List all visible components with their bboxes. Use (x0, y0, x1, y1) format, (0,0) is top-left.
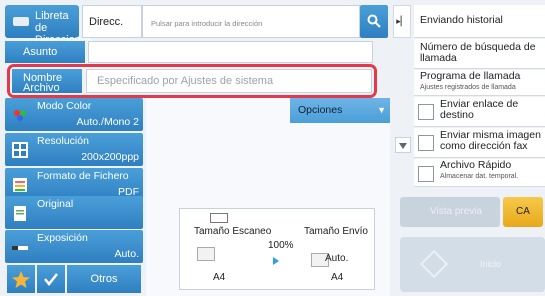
others-button[interactable]: Otros (67, 265, 141, 293)
check-button[interactable] (37, 265, 65, 293)
address-book-icon (13, 17, 29, 26)
send-destination-link-label: Enviar enlace de destino (440, 98, 519, 121)
call-program-button[interactable]: Programa de llamada Ajustes registrados … (414, 70, 545, 96)
exposure-title: Exposición (37, 232, 88, 244)
color-mode-title: Modo Color (37, 100, 92, 112)
check-icon (44, 273, 58, 287)
resolution-value: 200x200ppp (81, 151, 139, 163)
ca-button[interactable]: CA (503, 197, 543, 227)
resolution-title: Resolución (37, 135, 89, 147)
send-destination-link-checkbox[interactable] (418, 104, 434, 120)
arrow-right-icon (273, 257, 279, 265)
send-screen: Libreta de Direcciones Direcc. Pulsar pa… (0, 0, 545, 296)
quick-file-label: Archivo Rápido (440, 159, 512, 171)
file-name-field[interactable]: Especificado por Ajustes de sistema (86, 69, 372, 93)
file-format-title: Formato de Fichero (37, 170, 129, 182)
options-label: Opciones (298, 104, 343, 116)
subject-field[interactable] (88, 41, 373, 63)
scan-paper-icon (197, 247, 215, 261)
search-button[interactable] (360, 5, 388, 38)
star-icon (12, 271, 30, 288)
original-button[interactable]: Original (5, 196, 143, 229)
favorite-button[interactable] (7, 265, 35, 293)
quick-file-option[interactable]: Archivo Rápido Almacenar dat. temporal. (414, 159, 545, 187)
file-name-label[interactable]: Nombre Archivo (12, 69, 82, 93)
file-format-icon (11, 176, 29, 194)
search-number-button[interactable]: Número de búsqueda de llamada (414, 39, 545, 69)
exposure-value: Auto. (114, 248, 139, 260)
scan-size-label: Tamaño Escaneo (194, 226, 272, 237)
send-destination-link-option[interactable]: Enviar enlace de destino (414, 97, 545, 127)
scan-paper-size: A4 (213, 272, 226, 283)
send-paper-size: A4 (331, 272, 344, 283)
call-program-sublabel: Ajustes registrados de llamada (420, 84, 516, 91)
resolution-icon (11, 141, 29, 159)
address-input[interactable]: Pulsar para introducir la dirección (142, 5, 360, 38)
color-mode-value: Auto./Mono 2 (76, 116, 139, 128)
start-label: Inicio (480, 259, 502, 269)
search-icon (367, 14, 381, 28)
sending-history-button[interactable]: Enviando historial (414, 5, 545, 38)
start-button[interactable]: Inicio (400, 237, 545, 292)
start-icon (419, 249, 449, 279)
send-same-image-option[interactable]: Enviar misma imagen como dirección fax (414, 128, 545, 158)
quick-file-sublabel: Almacenar dat. temporal. (440, 173, 519, 180)
exposure-button[interactable]: Exposición Auto. (5, 230, 143, 263)
original-icon (11, 204, 29, 222)
scroll-down-button[interactable] (395, 137, 411, 153)
subject-label[interactable]: Asunto (5, 41, 85, 63)
search-number-label: Número de búsqueda de llamada (420, 41, 536, 64)
send-size-label: Tamaño Envío (304, 226, 368, 237)
resolution-button[interactable]: Resolución 200x200ppp (5, 133, 143, 166)
color-mode-icon (11, 106, 29, 124)
sending-history-label: Enviando historial (420, 14, 503, 26)
send-size-auto: Auto. (325, 253, 349, 264)
exposure-icon (11, 238, 29, 256)
address-book-button[interactable]: Libreta de Direcciones (5, 5, 92, 46)
preview-button[interactable]: Vista previa (400, 197, 500, 227)
panel-toggle-button[interactable]: ▸▏ (393, 5, 411, 38)
document-icon (210, 213, 228, 223)
call-program-label: Programa de llamada (420, 70, 521, 82)
send-same-image-checkbox[interactable] (418, 135, 434, 151)
original-title: Original (37, 198, 74, 210)
color-mode-button[interactable]: Modo Color Auto./Mono 2 (5, 98, 143, 131)
scan-size-panel[interactable]: Tamaño Escaneo Tamaño Envío 100% Auto. A… (179, 208, 375, 290)
quick-file-checkbox[interactable] (418, 166, 434, 182)
dropdown-arrow-icon: ▼ (377, 105, 386, 115)
send-same-image-label: Enviar misma imagen como dirección fax (440, 129, 541, 152)
options-dropdown[interactable]: Opciones ▼ (290, 98, 390, 123)
ratio-value: 100% (268, 240, 294, 251)
direct-address-tab[interactable]: Direcc. (82, 5, 142, 38)
